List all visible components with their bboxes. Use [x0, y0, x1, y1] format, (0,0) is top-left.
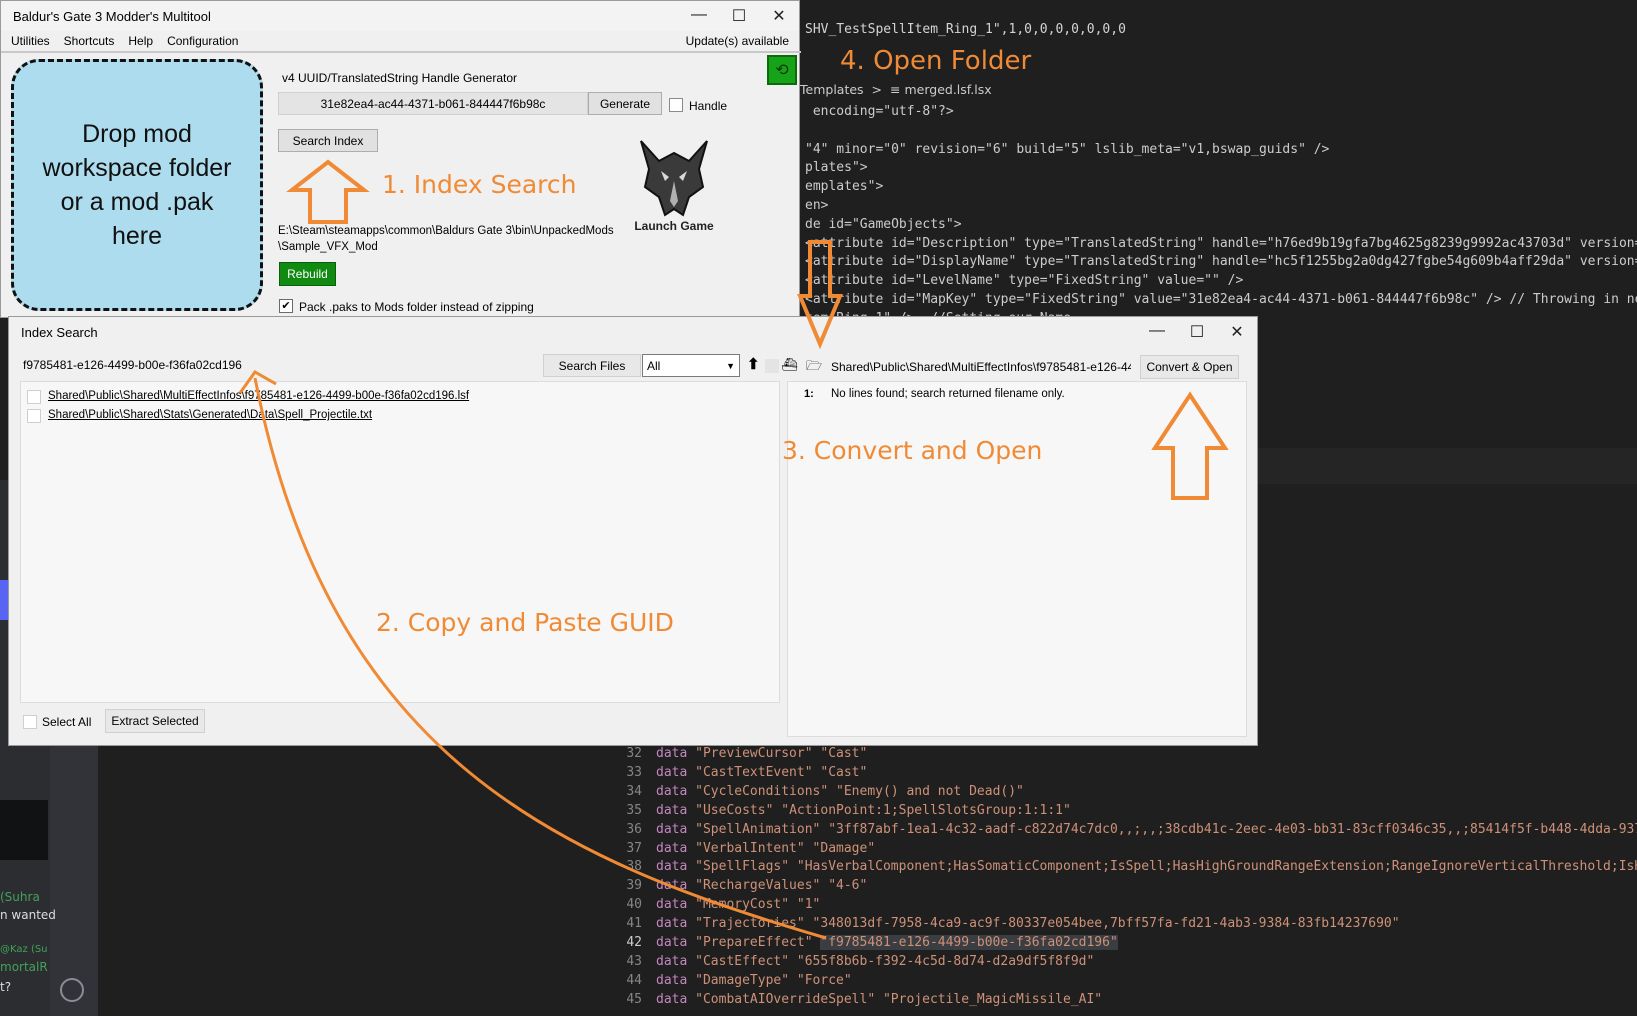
annotation-step2: 2. Copy and Paste GUID: [376, 608, 674, 637]
step2-curve: [253, 377, 827, 940]
step4-arrow: [797, 240, 843, 350]
annotation-step4: 4. Open Folder: [840, 46, 1032, 76]
annotation-step1: 1. Index Search: [382, 170, 577, 199]
step1-arrow: [286, 159, 370, 224]
annotation-arrows: [238, 159, 1229, 940]
annotation-step3: 3. Convert and Open: [782, 436, 1043, 465]
step3-arrow: [1151, 391, 1229, 500]
